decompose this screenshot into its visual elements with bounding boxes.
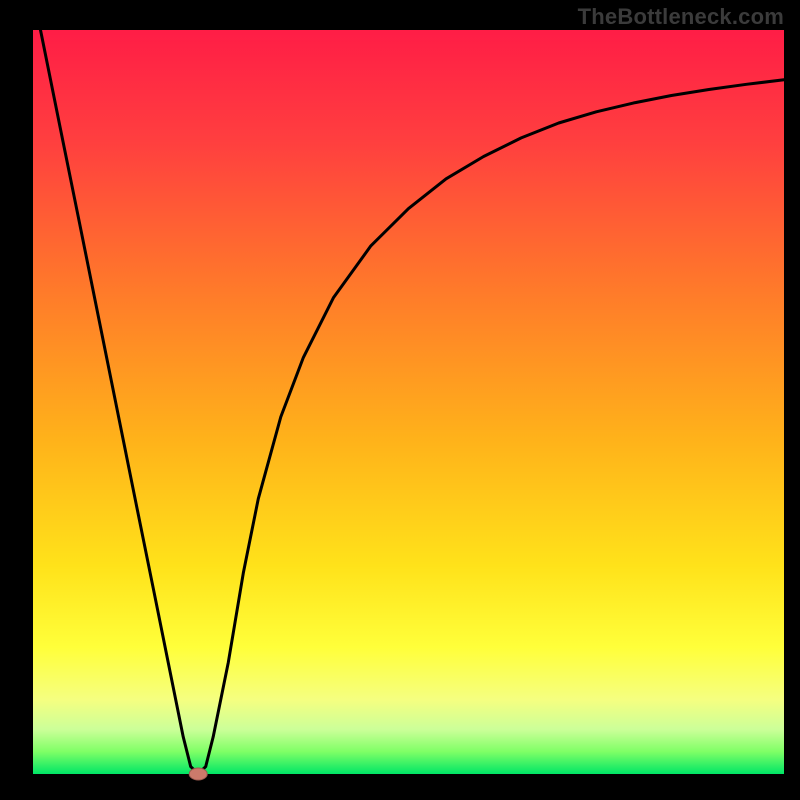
attribution-text: TheBottleneck.com	[578, 4, 784, 30]
bottleneck-chart	[0, 0, 800, 800]
chart-frame: TheBottleneck.com	[0, 0, 800, 800]
minimum-marker	[189, 768, 207, 780]
plot-background	[33, 30, 784, 774]
